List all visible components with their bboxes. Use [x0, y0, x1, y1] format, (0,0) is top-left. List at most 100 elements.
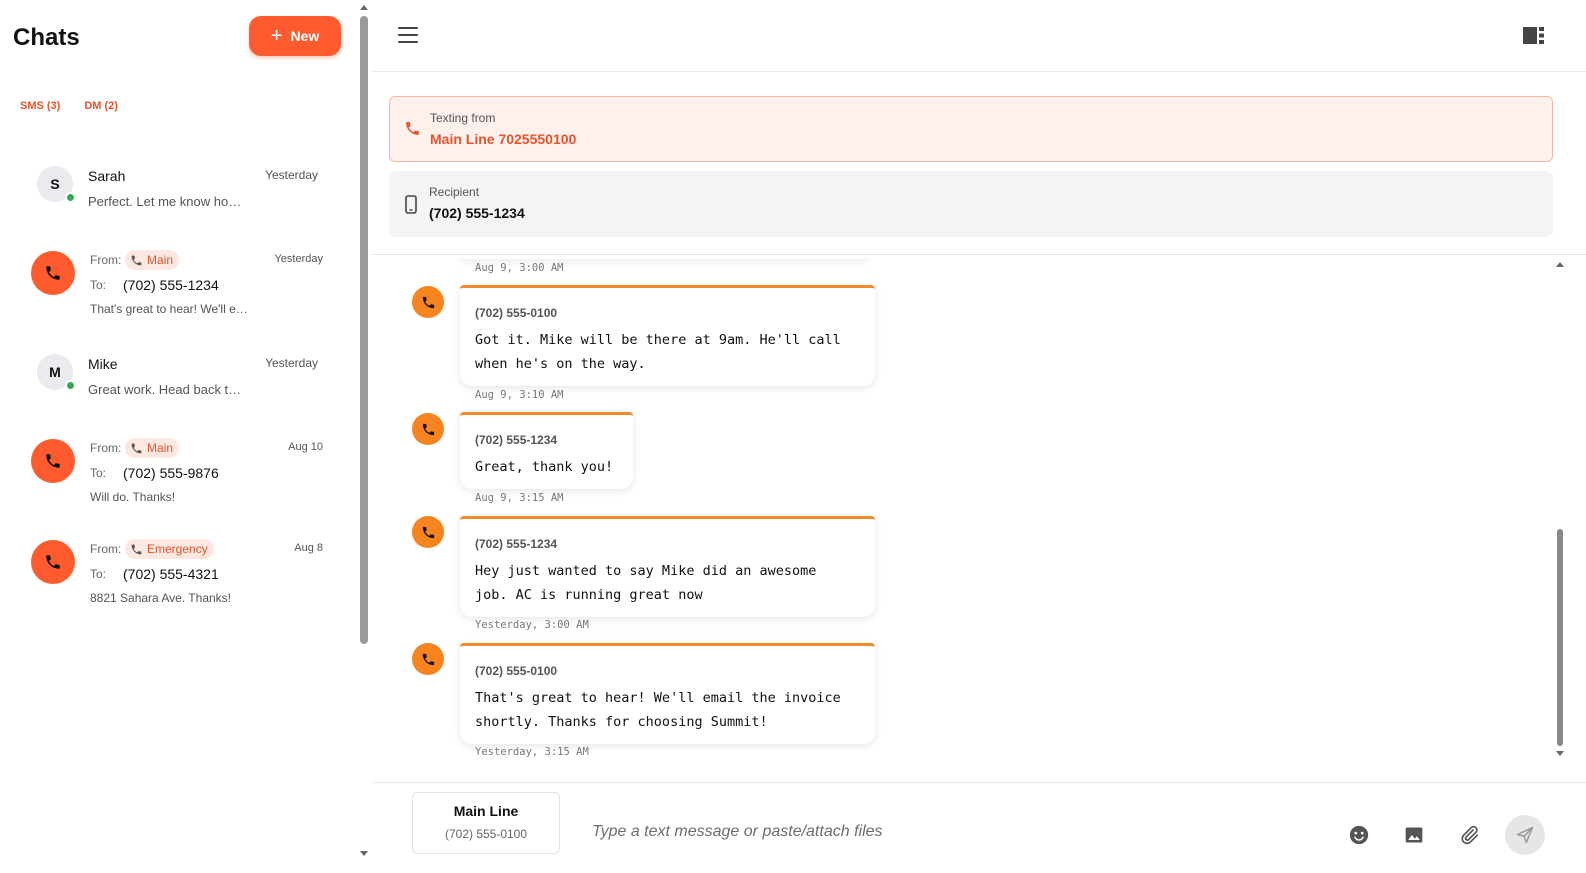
send-button[interactable] [1505, 815, 1545, 855]
scrollbar-thumb[interactable] [360, 16, 368, 644]
from-line-chip: Main [125, 250, 180, 270]
message-bubble: (702) 555-0100 That's great to hear! We'… [460, 643, 875, 744]
from-line-chip: Main [125, 438, 180, 458]
message-bubble: (702) 555-1234 Hey just wanted to say Mi… [460, 516, 875, 617]
phone-icon [404, 120, 421, 142]
to-label: To: [90, 567, 107, 581]
phone-icon [412, 286, 444, 318]
texting-from-value: Main Line 7025550100 [430, 131, 577, 147]
chat-list-item-sms[interactable]: From: Main Yesterday To: (702) 555-1234 … [0, 244, 340, 324]
sending-line-selector[interactable]: Main Line (702) 555-0100 [412, 792, 560, 854]
attach-icon[interactable] [1456, 822, 1482, 848]
avatar: S [37, 166, 76, 203]
scroll-up-arrow-icon[interactable] [1556, 262, 1564, 267]
recipient-label: Recipient [429, 185, 480, 199]
scrollbar-thumb[interactable] [1557, 529, 1563, 746]
from-label: From: [90, 253, 122, 267]
message-text: Hey just wanted to say Mike did an aweso… [475, 563, 817, 603]
recipient-card[interactable]: Recipient (702) 555-1234 [389, 171, 1553, 237]
emoji-icon[interactable] [1346, 822, 1372, 848]
message-input[interactable] [592, 810, 1292, 854]
new-chat-button[interactable]: + New [249, 16, 341, 56]
image-icon[interactable] [1401, 822, 1427, 848]
phone-icon [131, 255, 142, 265]
chat-preview: 8821 Sahara Ave. Thanks! [90, 591, 231, 605]
hamburger-menu-icon[interactable] [398, 26, 418, 44]
phone-icon [131, 443, 142, 453]
scroll-down-arrow-icon[interactable] [360, 851, 368, 856]
online-status-dot [65, 380, 76, 391]
chat-list-item-sms[interactable]: From: Emergency Aug 8 To: (702) 555-4321… [0, 533, 340, 613]
scroll-up-arrow-icon[interactable] [360, 5, 368, 10]
chat-time: Yesterday [265, 168, 318, 182]
phone-icon [31, 540, 75, 584]
message-bubble-cutoff [460, 255, 868, 259]
message-sender: (702) 555-1234 [475, 433, 558, 447]
chat-time: Aug 10 [288, 441, 323, 453]
texting-from-card[interactable]: Texting from Main Line 7025550100 [389, 96, 1553, 162]
phone-icon [412, 516, 444, 548]
to-label: To: [90, 278, 107, 292]
message-text: That's great to hear! We'll email the in… [475, 690, 841, 730]
composer-divider [372, 782, 1586, 783]
from-line-label: Emergency [147, 542, 208, 556]
new-chat-label: New [290, 28, 320, 44]
recipient-value: (702) 555-1234 [429, 205, 525, 221]
conversation-pane: Texting from Main Line 7025550100 Recipi… [372, 0, 1586, 873]
tab-dm[interactable]: DM (2) [84, 100, 118, 112]
chat-list-item-sarah[interactable]: S Sarah Yesterday Perfect. Let me know h… [0, 160, 340, 220]
from-label: From: [90, 542, 122, 556]
message-timestamp: Aug 9, 3:10 AM [475, 389, 564, 401]
chat-name: Sarah [88, 168, 126, 184]
message-sender: (702) 555-0100 [475, 306, 558, 320]
chat-list-item-sms[interactable]: From: Main Aug 10 To: (702) 555-9876 Wil… [0, 432, 340, 512]
panel-toggle-icon[interactable] [1523, 27, 1544, 44]
tab-sms[interactable]: SMS (3) [20, 100, 60, 112]
from-label: From: [90, 441, 122, 455]
message-bubble: (702) 555-1234 Great, thank you! [460, 412, 633, 489]
online-status-dot [65, 192, 76, 203]
phone-icon [412, 643, 444, 675]
from-line-chip: Emergency [125, 539, 214, 559]
message-list: Aug 9, 3:00 AM (702) 555-0100 Got it. Mi… [372, 255, 1586, 783]
to-label: To: [90, 466, 107, 480]
chat-name: Mike [88, 356, 118, 372]
phone-icon [412, 413, 444, 445]
avatar-initial: M [49, 364, 61, 380]
sidebar-tabs: SMS (3) DM (2) [20, 100, 118, 112]
messages-scrollbar[interactable] [1554, 258, 1566, 758]
plus-icon: + [270, 25, 283, 47]
from-line-label: Main [147, 441, 174, 455]
chat-time: Aug 8 [294, 542, 323, 554]
chat-preview: That's great to hear! We'll email the in… [90, 302, 256, 316]
message-timestamp: Yesterday, 3:00 AM [475, 619, 589, 631]
sidebar-scrollbar[interactable] [357, 0, 372, 873]
chat-list-item-mike[interactable]: M Mike Yesterday Great work. Head back t… [0, 348, 340, 408]
to-number: (702) 555-1234 [123, 277, 219, 293]
chat-time: Yesterday [274, 253, 323, 265]
avatar-initial: S [50, 176, 60, 192]
conversation-topbar [372, 0, 1586, 72]
message-sender: (702) 555-1234 [475, 537, 558, 551]
avatar: M [37, 354, 76, 391]
sidebar-title: Chats [13, 24, 80, 51]
from-line-label: Main [147, 253, 174, 267]
chat-sidebar: Chats + New SMS (3) DM (2) S Sarah Yeste… [0, 0, 357, 873]
message-timestamp: Yesterday, 3:15 AM [475, 746, 589, 758]
phone-icon [31, 439, 75, 483]
message-timestamp: Aug 9, 3:15 AM [475, 492, 564, 504]
texting-from-label: Texting from [430, 111, 496, 125]
send-icon [1516, 826, 1534, 844]
app-root: Chats + New SMS (3) DM (2) S Sarah Yeste… [0, 0, 1586, 873]
chat-time: Yesterday [265, 356, 318, 370]
mobile-phone-icon [405, 195, 417, 219]
to-number: (702) 555-9876 [123, 465, 219, 481]
message-text: Great, thank you! [475, 459, 614, 475]
sending-line-number: (702) 555-0100 [444, 827, 528, 841]
sidebar-header: Chats + New [13, 16, 341, 56]
phone-icon [31, 251, 75, 295]
message-bubble: (702) 555-0100 Got it. Mike will be ther… [460, 285, 875, 386]
scroll-down-arrow-icon[interactable] [1556, 751, 1564, 756]
sending-line-name: Main Line [453, 803, 519, 819]
chat-preview: Will do. Thanks! [90, 490, 176, 504]
